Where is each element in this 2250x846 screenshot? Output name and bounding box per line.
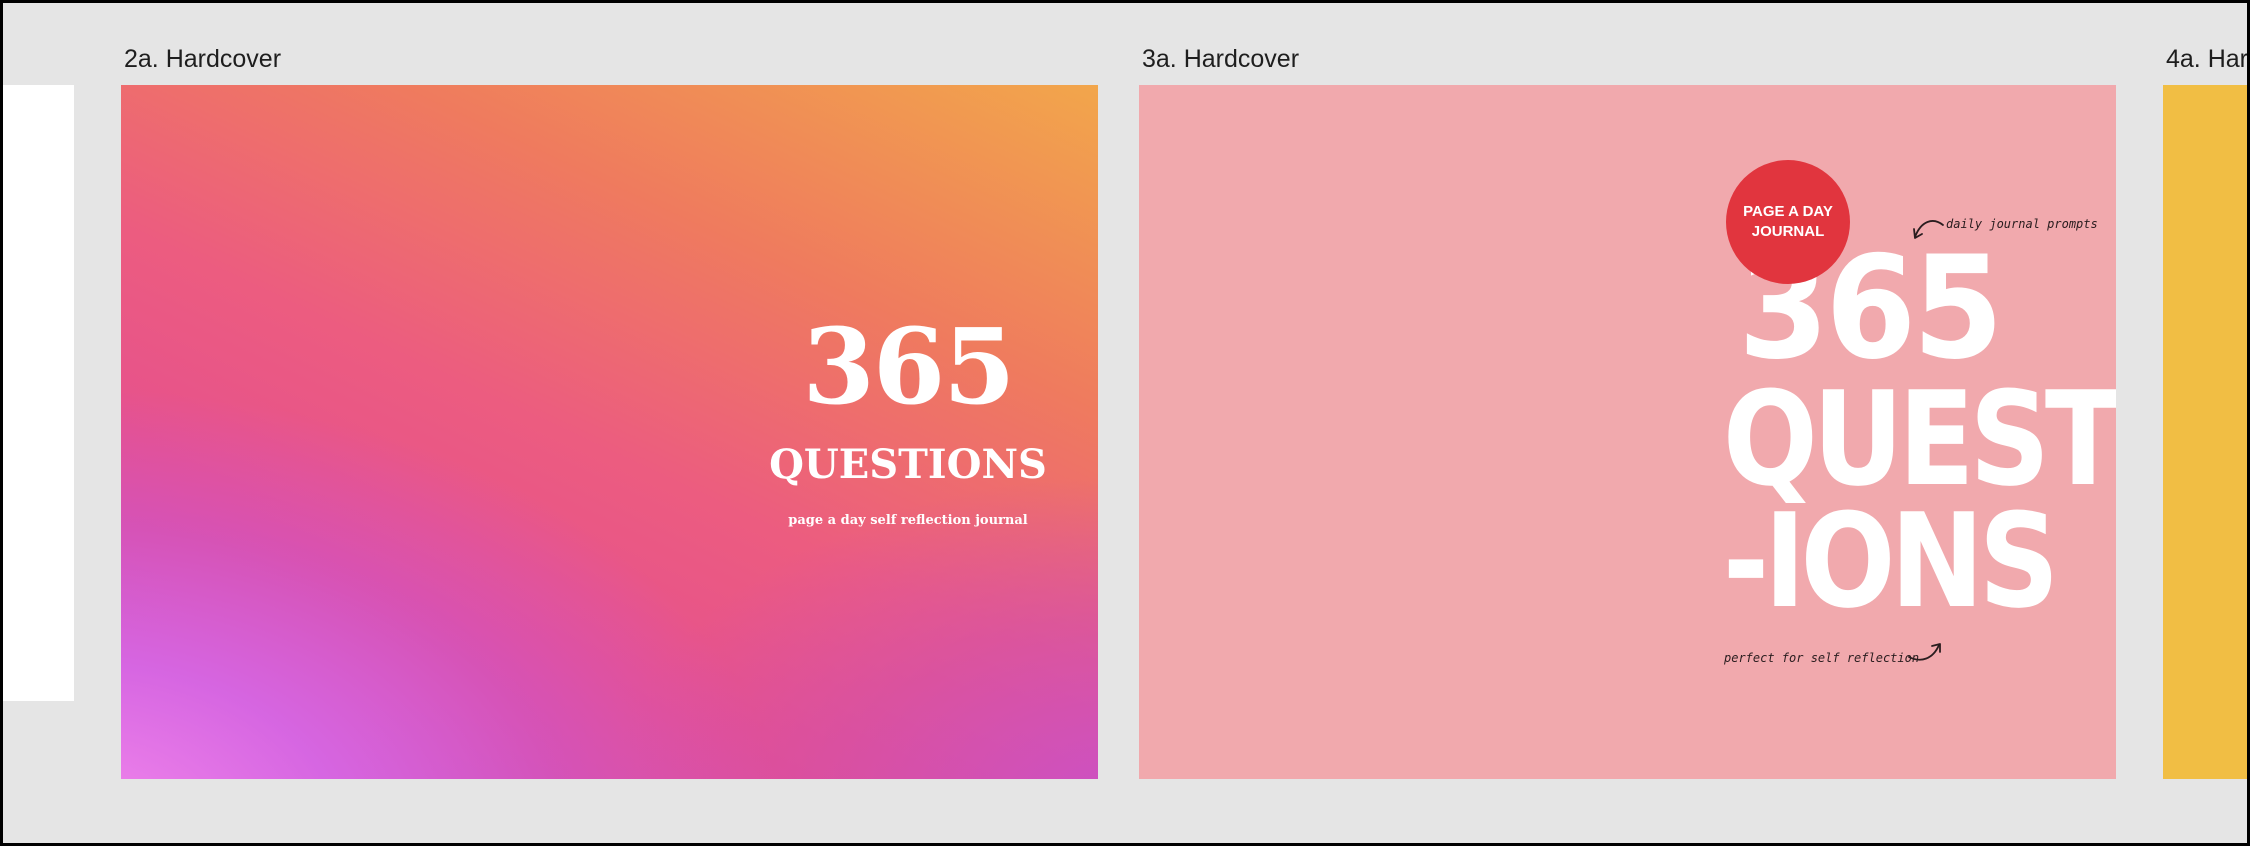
badge-text: PAGE A DAY JOURNAL: [1743, 203, 1833, 240]
cover-3a-title-line2: -IONS: [1722, 485, 2059, 637]
artboard-4a-hardcover[interactable]: [2163, 85, 2247, 779]
curved-arrow-icon: [1913, 220, 1944, 239]
page-a-day-badge: PAGE A DAY JOURNAL: [1726, 160, 1850, 284]
frame-label-2a[interactable]: 2a. Hardcover: [124, 45, 281, 74]
artboard-2a-hardcover[interactable]: 365 QUESTIONS page a day self reflection…: [121, 85, 1098, 779]
note-daily-prompts: daily journal prompts: [1946, 217, 2098, 231]
frame-label-4a[interactable]: 4a. Har: [2166, 45, 2247, 74]
artboard-previous-cover[interactable]: [3, 85, 74, 701]
cover-2a-title: QUESTIONS: [769, 441, 1047, 488]
note-self-reflection: perfect for self reflection: [1724, 651, 1920, 665]
cover-2a-number: 365: [802, 305, 1015, 428]
artboard-3a-hardcover[interactable]: 365 QUEST -IONS PAGE A DAY JOURNAL daily…: [1139, 85, 2116, 779]
frame-label-3a[interactable]: 3a. Hardcover: [1142, 45, 1299, 74]
cover-3a-title-line1: QUEST: [1722, 363, 2116, 515]
design-canvas[interactable]: 2a. Hardcover 3a. Hardcover 4a. Har 365 …: [3, 3, 2247, 843]
curved-arrow-icon: [1908, 643, 1941, 661]
cover-2a-subtitle: page a day self reflection journal: [788, 513, 1028, 528]
